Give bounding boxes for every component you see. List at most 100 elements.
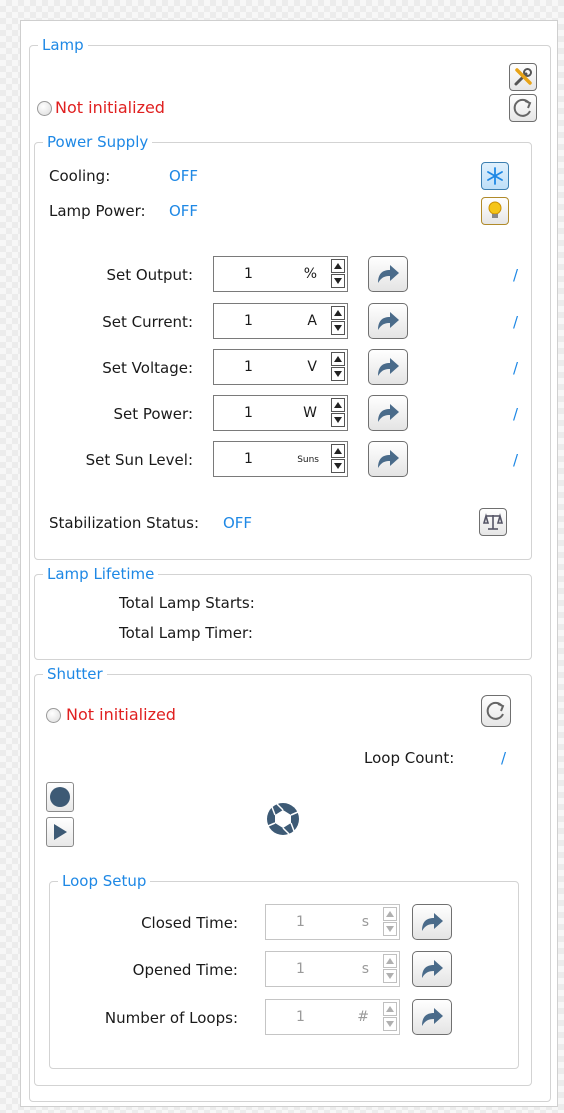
set-power-up-button[interactable]	[331, 398, 345, 412]
lamp-status-text: Not initialized	[55, 98, 165, 117]
refresh-icon	[486, 701, 505, 720]
set-power-input[interactable]: 1 W	[213, 395, 348, 431]
cooling-label: Cooling:	[49, 167, 111, 185]
power-supply-group: Power Supply Cooling: OFF Lamp Power: OF…	[34, 132, 532, 560]
stabilization-button[interactable]	[479, 508, 507, 536]
go-arrow-icon	[422, 960, 443, 978]
set-current-unit: A	[307, 313, 317, 329]
set-power-value: 1	[244, 405, 253, 421]
lamp-panel: Lamp Not initialized Power Supply Coolin…	[20, 20, 558, 1107]
set-current-readback: /	[513, 313, 519, 331]
shutter-record-button[interactable]	[46, 782, 74, 812]
set-voltage-up-button[interactable]	[331, 352, 345, 366]
set-current-down-button[interactable]	[331, 321, 345, 335]
set-sun-level-up-button[interactable]	[331, 444, 345, 458]
opened-time-up-button[interactable]	[383, 954, 397, 968]
closed-time-down-button[interactable]	[383, 922, 397, 936]
scale-icon	[483, 513, 503, 530]
set-current-value: 1	[244, 313, 253, 329]
closed-time-up-button[interactable]	[383, 907, 397, 921]
lamp-status-radio	[37, 101, 52, 116]
apply-closed-time-button[interactable]	[412, 904, 452, 940]
number-of-loops-up-button[interactable]	[383, 1002, 397, 1016]
set-power-down-button[interactable]	[331, 413, 345, 427]
go-arrow-icon	[422, 913, 443, 931]
go-arrow-icon	[378, 358, 399, 376]
closed-time-input[interactable]: 1 s	[265, 904, 400, 940]
set-voltage-input[interactable]: 1 V	[213, 349, 348, 385]
stabilization-value: OFF	[223, 514, 253, 532]
lamp-settings-button[interactable]	[509, 63, 537, 91]
power-supply-title: Power Supply	[43, 132, 153, 152]
loop-setup-group: Loop Setup Closed Time: 1 s Opened Time:	[49, 871, 519, 1069]
set-voltage-readback: /	[513, 359, 519, 377]
play-icon	[54, 824, 67, 840]
closed-time-unit: s	[361, 914, 369, 930]
total-lamp-timer-label: Total Lamp Timer:	[119, 624, 253, 642]
number-of-loops-down-button[interactable]	[383, 1017, 397, 1031]
set-output-up-button[interactable]	[331, 259, 345, 273]
set-power-label: Set Power:	[113, 405, 193, 423]
set-sun-level-value: 1	[244, 451, 253, 467]
set-voltage-down-button[interactable]	[331, 367, 345, 381]
refresh-icon	[513, 98, 532, 117]
set-sun-level-unit: Suns	[297, 455, 319, 465]
set-output-label: Set Output:	[106, 266, 193, 284]
snowflake-icon	[487, 167, 503, 185]
apply-current-button[interactable]	[368, 303, 408, 339]
shutter-refresh-button[interactable]	[481, 695, 511, 727]
set-output-unit: %	[303, 266, 317, 282]
apply-opened-time-button[interactable]	[412, 951, 452, 987]
set-power-unit: W	[303, 405, 317, 421]
go-arrow-icon	[378, 312, 399, 330]
cooling-toggle-button[interactable]	[481, 162, 509, 190]
loop-count-value: /	[501, 749, 507, 767]
set-output-input[interactable]: 1 %	[213, 256, 348, 292]
opened-time-unit: s	[361, 961, 369, 977]
go-arrow-icon	[378, 265, 399, 283]
number-of-loops-value: 1	[296, 1009, 305, 1025]
go-arrow-icon	[378, 450, 399, 468]
lamp-power-label: Lamp Power:	[49, 202, 146, 220]
set-sun-level-label: Set Sun Level:	[85, 451, 193, 469]
number-of-loops-unit: #	[357, 1009, 369, 1025]
lamp-power-value: OFF	[169, 202, 199, 220]
opened-time-input[interactable]: 1 s	[265, 951, 400, 987]
set-output-value: 1	[244, 266, 253, 282]
opened-time-down-button[interactable]	[383, 969, 397, 983]
closed-time-value: 1	[296, 914, 305, 930]
closed-time-label: Closed Time:	[141, 914, 238, 932]
go-arrow-icon	[422, 1008, 443, 1026]
shutter-group: Shutter Not initialized Loop Count: / Lo…	[34, 664, 532, 1086]
lamp-refresh-button[interactable]	[509, 94, 537, 122]
shutter-status-text: Not initialized	[66, 705, 176, 724]
set-output-readback: /	[513, 266, 519, 284]
lamp-power-button[interactable]	[481, 197, 509, 225]
opened-time-label: Opened Time:	[132, 961, 238, 979]
set-current-input[interactable]: 1 A	[213, 303, 348, 339]
shutter-aperture-icon	[267, 803, 299, 835]
apply-output-button[interactable]	[368, 256, 408, 292]
lamp-lifetime-group: Lamp Lifetime Total Lamp Starts: Total L…	[34, 564, 532, 660]
set-voltage-value: 1	[244, 359, 253, 375]
apply-power-button[interactable]	[368, 395, 408, 431]
apply-voltage-button[interactable]	[368, 349, 408, 385]
number-of-loops-label: Number of Loops:	[104, 1009, 238, 1027]
apply-number-of-loops-button[interactable]	[412, 999, 452, 1035]
loop-setup-title: Loop Setup	[58, 871, 151, 891]
set-voltage-unit: V	[307, 359, 317, 375]
total-lamp-starts-label: Total Lamp Starts:	[119, 594, 255, 612]
set-voltage-label: Set Voltage:	[102, 359, 193, 377]
shutter-play-button[interactable]	[46, 817, 74, 847]
stabilization-label: Stabilization Status:	[49, 514, 200, 532]
set-current-up-button[interactable]	[331, 306, 345, 320]
shutter-title: Shutter	[43, 664, 107, 684]
set-power-readback: /	[513, 405, 519, 423]
tools-icon	[514, 68, 532, 86]
apply-sun-level-button[interactable]	[368, 441, 408, 477]
set-output-down-button[interactable]	[331, 274, 345, 288]
number-of-loops-input[interactable]: 1 #	[265, 999, 400, 1035]
set-sun-level-input[interactable]: 1 Suns	[213, 441, 348, 477]
set-sun-level-down-button[interactable]	[331, 459, 345, 473]
record-icon	[50, 787, 70, 807]
